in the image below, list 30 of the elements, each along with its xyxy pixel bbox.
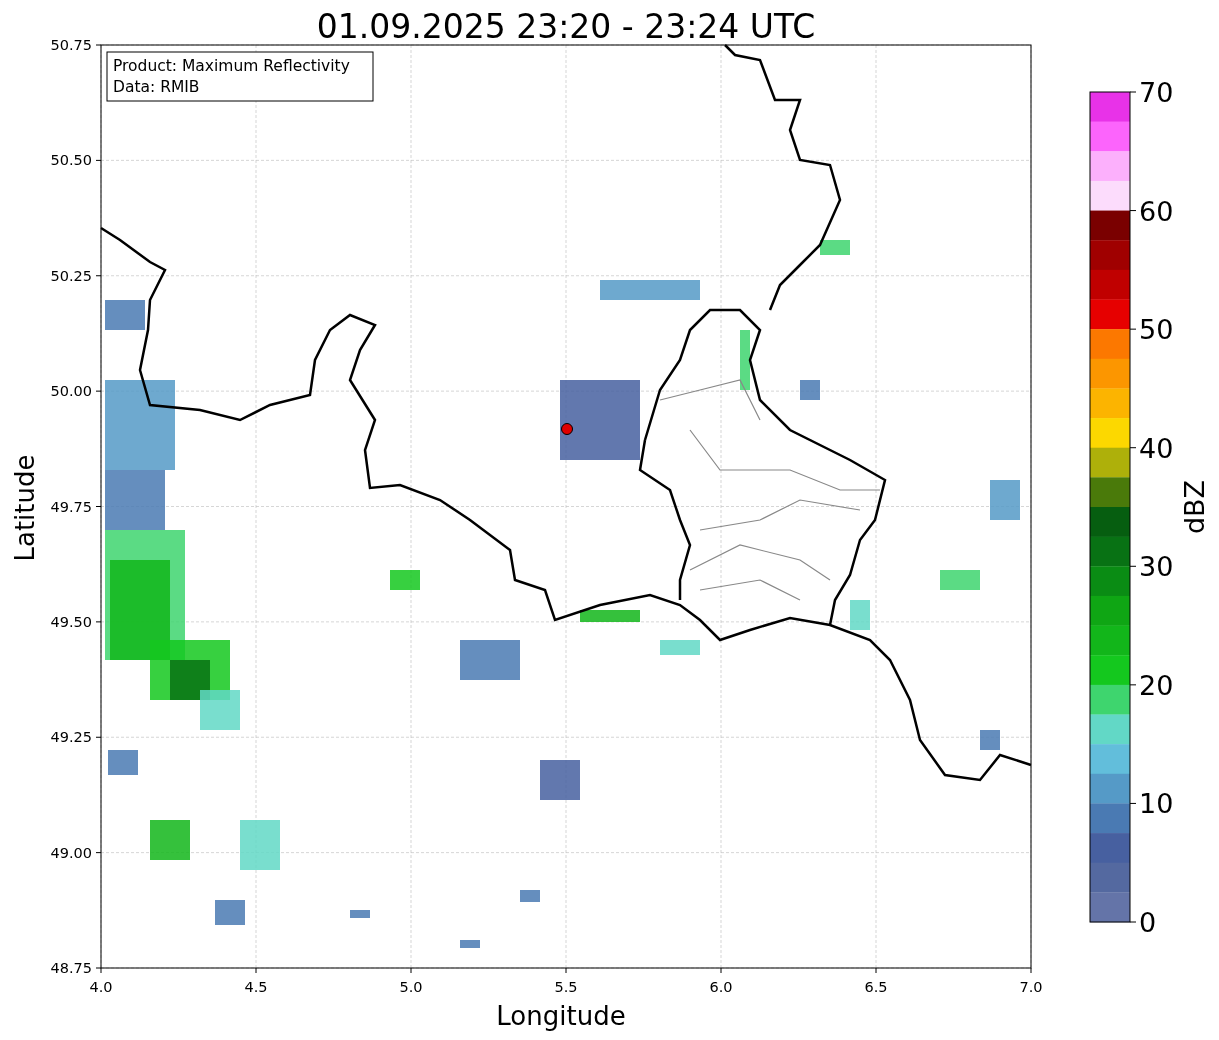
y-tick-label: 49.50 xyxy=(50,613,92,630)
x-axis-label: Longitude xyxy=(496,1001,626,1031)
y-tick-label: 49.25 xyxy=(50,729,92,746)
y-tick-label: 49.75 xyxy=(50,498,92,515)
y-tick-label: 49.00 xyxy=(50,844,92,861)
colorbar-label: dBZ xyxy=(1179,479,1210,535)
colorbar-tick-label: 10 xyxy=(1139,788,1174,820)
colorbar-tick-label: 60 xyxy=(1139,195,1174,227)
x-tick-label: 5.5 xyxy=(554,979,578,995)
x-tick-label: 4.0 xyxy=(89,979,113,995)
colorbar-tick-label: 50 xyxy=(1139,314,1174,346)
y-tick-label: 48.75 xyxy=(50,960,92,976)
colorbar-tick-label: 40 xyxy=(1139,432,1174,464)
y-tick-label: 50.50 xyxy=(50,152,92,169)
colorbar-tick-label: 70 xyxy=(1139,77,1174,108)
x-tick-label: 6.0 xyxy=(709,979,733,995)
y-axis-label: Latitude xyxy=(10,454,40,562)
legend-text: Product: Maximum Reflectivity xyxy=(113,57,350,75)
y-tick-label: 50.25 xyxy=(50,267,92,284)
colorbar-tick-label: 0 xyxy=(1139,907,1157,938)
x-tick-label: 4.5 xyxy=(244,979,268,995)
legend-text: Data: RMIB xyxy=(113,78,200,96)
y-tick-label: 50.00 xyxy=(50,383,92,400)
x-tick-label: 7.0 xyxy=(1019,979,1043,995)
chart-title: 01.09.2025 23:20 - 23:24 UTC xyxy=(316,7,816,46)
y-tick-label: 50.75 xyxy=(50,37,92,53)
x-tick-label: 5.0 xyxy=(399,979,423,995)
colorbar-tick-label: 30 xyxy=(1139,551,1174,583)
colorbar-tick-label: 20 xyxy=(1139,669,1174,701)
x-tick-label: 6.5 xyxy=(864,979,888,995)
